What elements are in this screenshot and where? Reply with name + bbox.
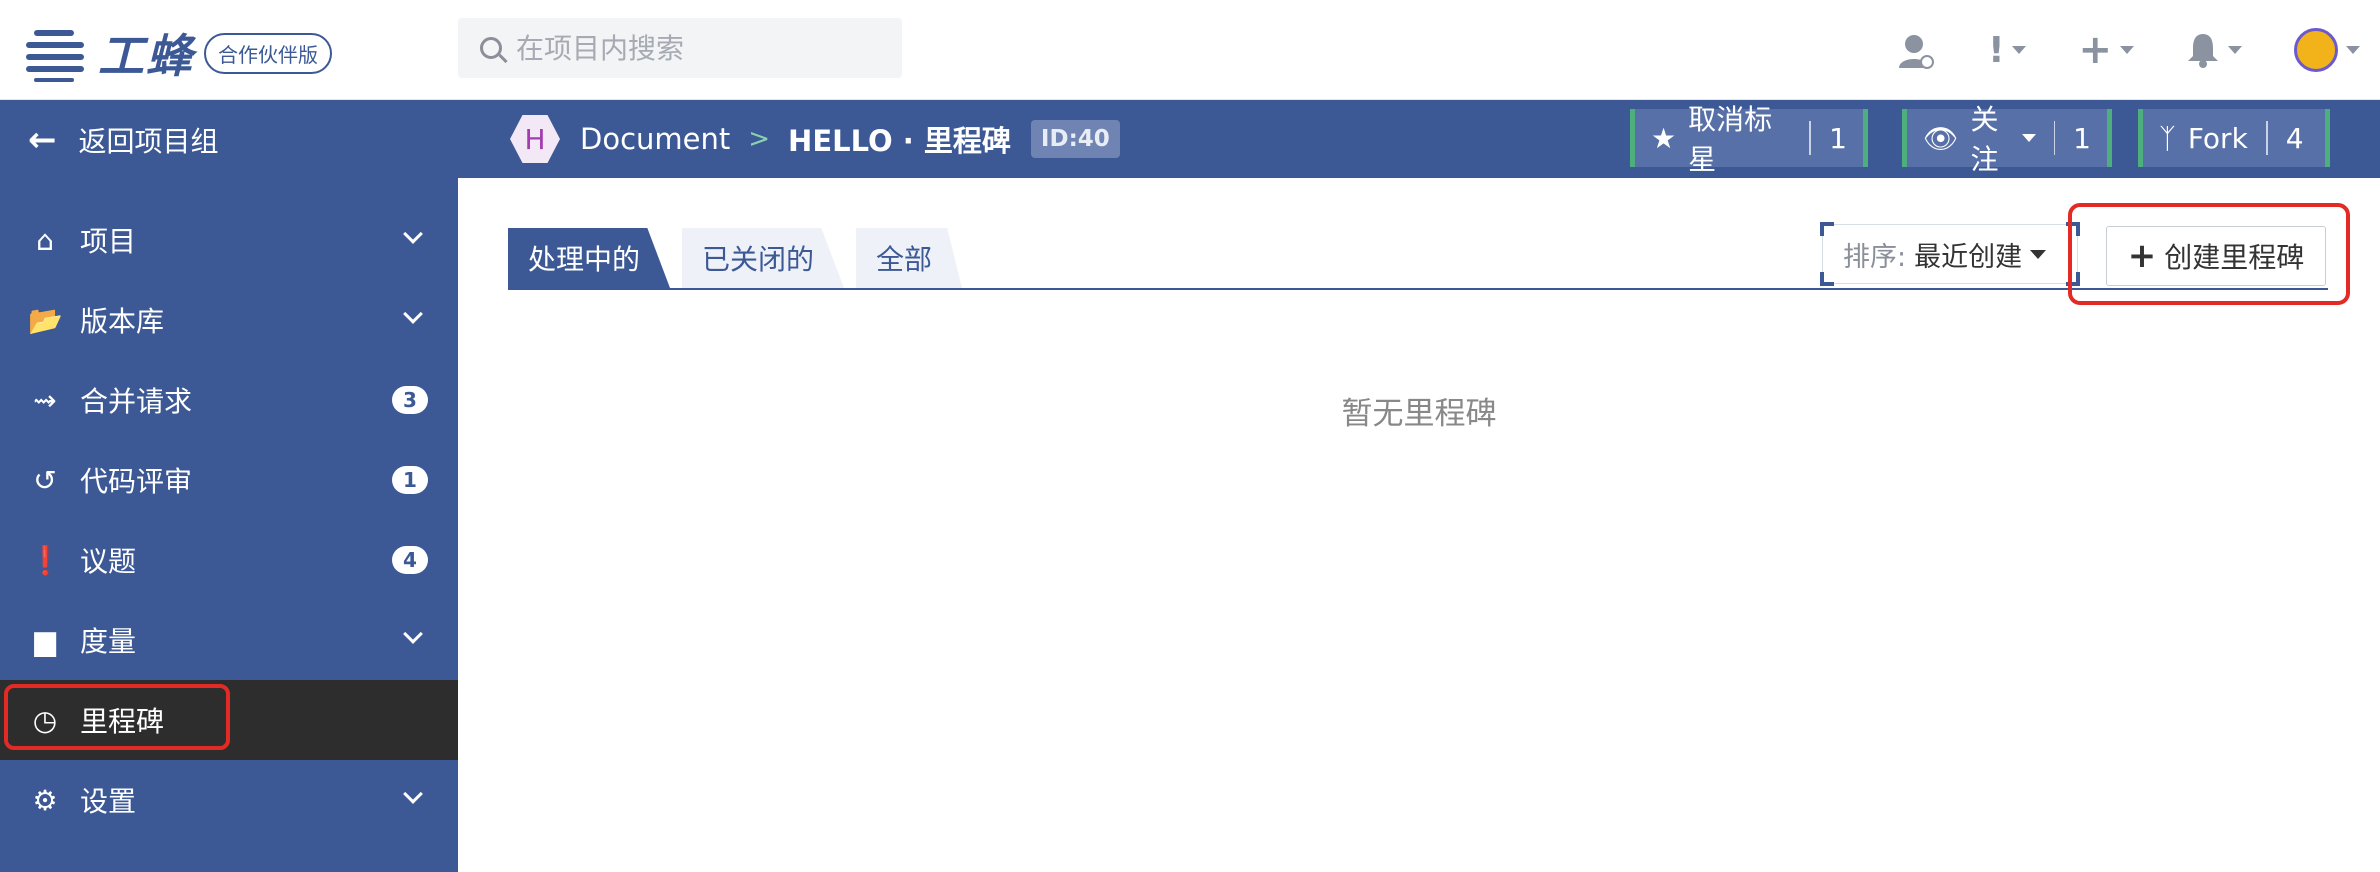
- page-title: HELLO · 里程碑: [788, 124, 1011, 158]
- sidebar-item-settings[interactable]: ⚙ 设置: [0, 760, 458, 840]
- highlight-outline: [2068, 203, 2350, 305]
- search-icon: [480, 37, 502, 59]
- watch-label: 关注: [1970, 103, 1999, 176]
- focus-corner: [1820, 222, 1834, 236]
- review-icon: ↺: [33, 463, 57, 497]
- watch-count: 1: [2073, 121, 2091, 155]
- top-icons: ! +: [1896, 0, 2380, 100]
- sidebar-item-label: 议题: [80, 545, 137, 578]
- gear-icon: ⚙: [32, 783, 58, 817]
- chevron-down-icon: [403, 304, 423, 324]
- sidebar-item-issues[interactable]: ❗ 议题 4: [0, 520, 458, 600]
- sidebar-item-label: 度量: [80, 625, 137, 658]
- top-bar: 工蜂 合作伙伴版 ! +: [0, 0, 2380, 100]
- sort-value: 最近创建: [1914, 241, 2023, 273]
- plus-icon[interactable]: +: [2078, 27, 2134, 73]
- breadcrumb-group-link[interactable]: Document: [580, 122, 730, 156]
- tab-open[interactable]: 处理中的: [508, 228, 671, 288]
- project-id-badge: ID:40: [1030, 120, 1120, 158]
- sort-dropdown[interactable]: 排序: 最近创建: [1822, 224, 2078, 284]
- caret-down-icon: [2030, 249, 2047, 259]
- user-support-icon[interactable]: [1896, 30, 1936, 70]
- count-badge: 4: [392, 546, 428, 574]
- fork-count: 4: [2285, 121, 2304, 155]
- back-to-group-link[interactable]: ← 返回项目组: [0, 100, 458, 180]
- unstar-button[interactable]: ★ 取消标星 1: [1630, 103, 1868, 176]
- breadcrumb: H Document > HELLO · 里程碑 ID:40: [510, 114, 1120, 164]
- eye-icon: 👁: [1923, 121, 1959, 155]
- breadcrumb-separator: >: [748, 124, 771, 154]
- issue-icon: ❗: [28, 543, 63, 577]
- empty-state-text: 暂无里程碑: [1341, 396, 1497, 432]
- count-badge: 3: [392, 386, 428, 414]
- sidebar-item-label: 设置: [80, 785, 137, 818]
- fork-icon: ᛉ: [2159, 121, 2176, 155]
- sidebar-item-label: 版本库: [80, 305, 165, 338]
- sidebar-item-code-review[interactable]: ↺ 代码评审 1: [0, 440, 458, 520]
- alert-icon[interactable]: !: [1988, 30, 2027, 71]
- tab-all[interactable]: 全部: [856, 228, 963, 288]
- chart-icon: ▆: [34, 623, 56, 657]
- logo[interactable]: 工蜂 合作伙伴版: [26, 20, 332, 86]
- sort-label: 排序:: [1843, 241, 1907, 273]
- caret-down-icon: [2021, 134, 2036, 142]
- fork-label: Fork: [2187, 121, 2248, 155]
- back-label: 返回项目组: [78, 125, 219, 158]
- edition-badge: 合作伙伴版: [204, 32, 332, 74]
- tab-underline: [508, 288, 2328, 290]
- sidebar-item-repository[interactable]: 📂 版本库: [0, 280, 458, 360]
- sidebar-item-label: 项目: [80, 225, 137, 258]
- sidebar-item-metrics[interactable]: ▆ 度量: [0, 600, 458, 680]
- search-input[interactable]: [516, 31, 876, 65]
- chevron-down-icon: [403, 784, 423, 804]
- milestone-tabs: 处理中的 已关闭的 全部: [508, 228, 974, 288]
- avatar[interactable]: [2294, 28, 2360, 72]
- logo-text: 工蜂: [98, 29, 194, 83]
- fork-button[interactable]: ᛉ Fork 4: [2138, 109, 2330, 167]
- search-box[interactable]: [458, 18, 902, 78]
- watch-button[interactable]: 👁 关注 1: [1902, 103, 2112, 176]
- project-header: H Document > HELLO · 里程碑 ID:40 ★ 取消标星 1 …: [458, 100, 2380, 178]
- sidebar-item-project[interactable]: ⌂ 项目: [0, 200, 458, 280]
- unstar-label: 取消标星: [1688, 103, 1773, 176]
- bell-icon[interactable]: [2186, 32, 2242, 68]
- folder-icon: 📂: [28, 303, 63, 337]
- logo-icon: [26, 24, 84, 82]
- sidebar-item-merge-requests[interactable]: ⇝ 合并请求 3: [0, 360, 458, 440]
- highlight-outline: [4, 684, 230, 750]
- star-count: 1: [1829, 121, 1847, 155]
- chevron-down-icon: [403, 224, 423, 244]
- arrow-left-icon: ←: [28, 120, 57, 160]
- sidebar-item-label: 代码评审: [80, 465, 193, 498]
- star-icon: ★: [1651, 121, 1677, 155]
- merge-icon: ⇝: [33, 383, 57, 417]
- count-badge: 1: [392, 466, 428, 494]
- sidebar: ← 返回项目组 ⌂ 项目 📂 版本库 ⇝ 合并请求 3 ↺ 代码评审 1 ❗ 议…: [0, 100, 458, 872]
- tab-closed[interactable]: 已关闭的: [682, 228, 845, 288]
- sidebar-item-label: 合并请求: [80, 385, 193, 418]
- home-icon: ⌂: [36, 223, 54, 257]
- project-avatar: H: [510, 115, 560, 163]
- chevron-down-icon: [403, 624, 423, 644]
- focus-corner: [1820, 272, 1834, 286]
